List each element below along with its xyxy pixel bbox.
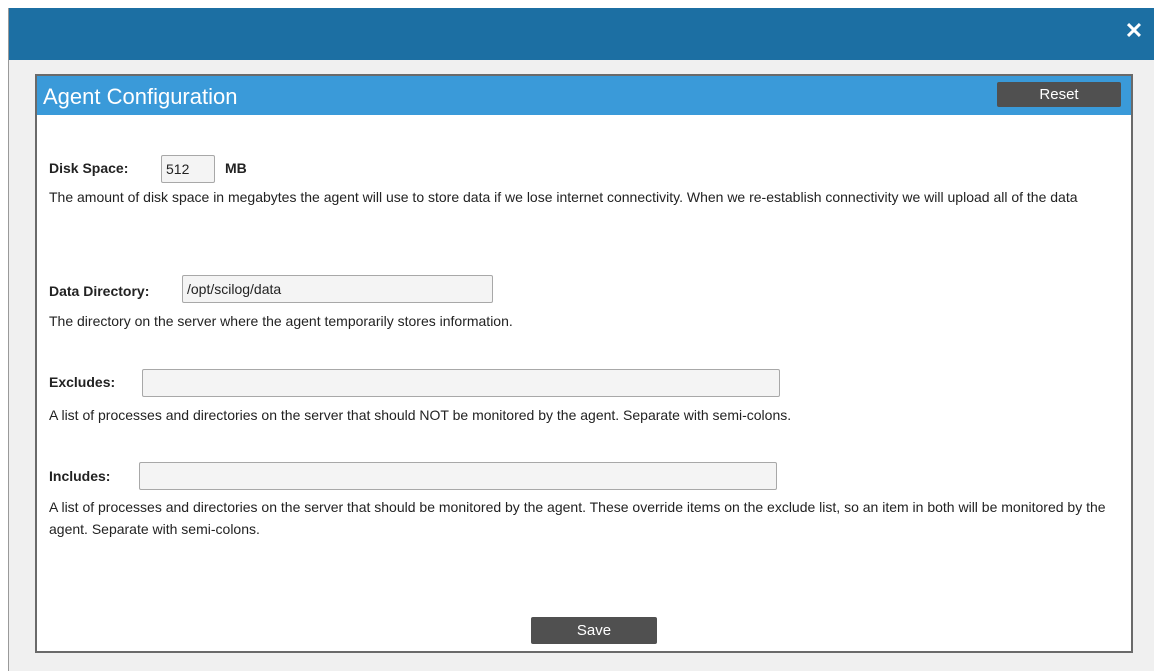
includes-input[interactable] bbox=[139, 462, 777, 490]
close-icon[interactable]: ✕ bbox=[1123, 20, 1145, 42]
panel-title: Agent Configuration bbox=[43, 84, 238, 109]
excludes-input[interactable] bbox=[142, 369, 780, 397]
disk-space-help: The amount of disk space in megabytes th… bbox=[49, 189, 1078, 205]
disk-space-label: Disk Space: bbox=[49, 160, 129, 176]
save-button[interactable]: Save bbox=[531, 617, 657, 644]
dialog-titlebar: ✕ bbox=[9, 8, 1154, 60]
disk-space-input[interactable] bbox=[161, 155, 215, 183]
includes-help: A list of processes and directories on t… bbox=[49, 499, 1106, 537]
data-directory-input[interactable] bbox=[182, 275, 493, 303]
agent-config-dialog: ✕ Agent Configuration Reset Disk Space: … bbox=[8, 8, 1154, 671]
excludes-label: Excludes: bbox=[49, 374, 116, 390]
data-directory-label: Data Directory: bbox=[49, 283, 150, 299]
panel-header: Agent Configuration Reset bbox=[37, 76, 1131, 115]
excludes-help: A list of processes and directories on t… bbox=[49, 407, 792, 423]
agent-configuration-panel: Agent Configuration Reset Disk Space: MB… bbox=[35, 74, 1133, 653]
includes-label: Includes: bbox=[49, 468, 111, 484]
data-directory-help: The directory on the server where the ag… bbox=[49, 313, 513, 329]
disk-space-unit: MB bbox=[225, 160, 247, 176]
reset-button[interactable]: Reset bbox=[997, 82, 1121, 107]
